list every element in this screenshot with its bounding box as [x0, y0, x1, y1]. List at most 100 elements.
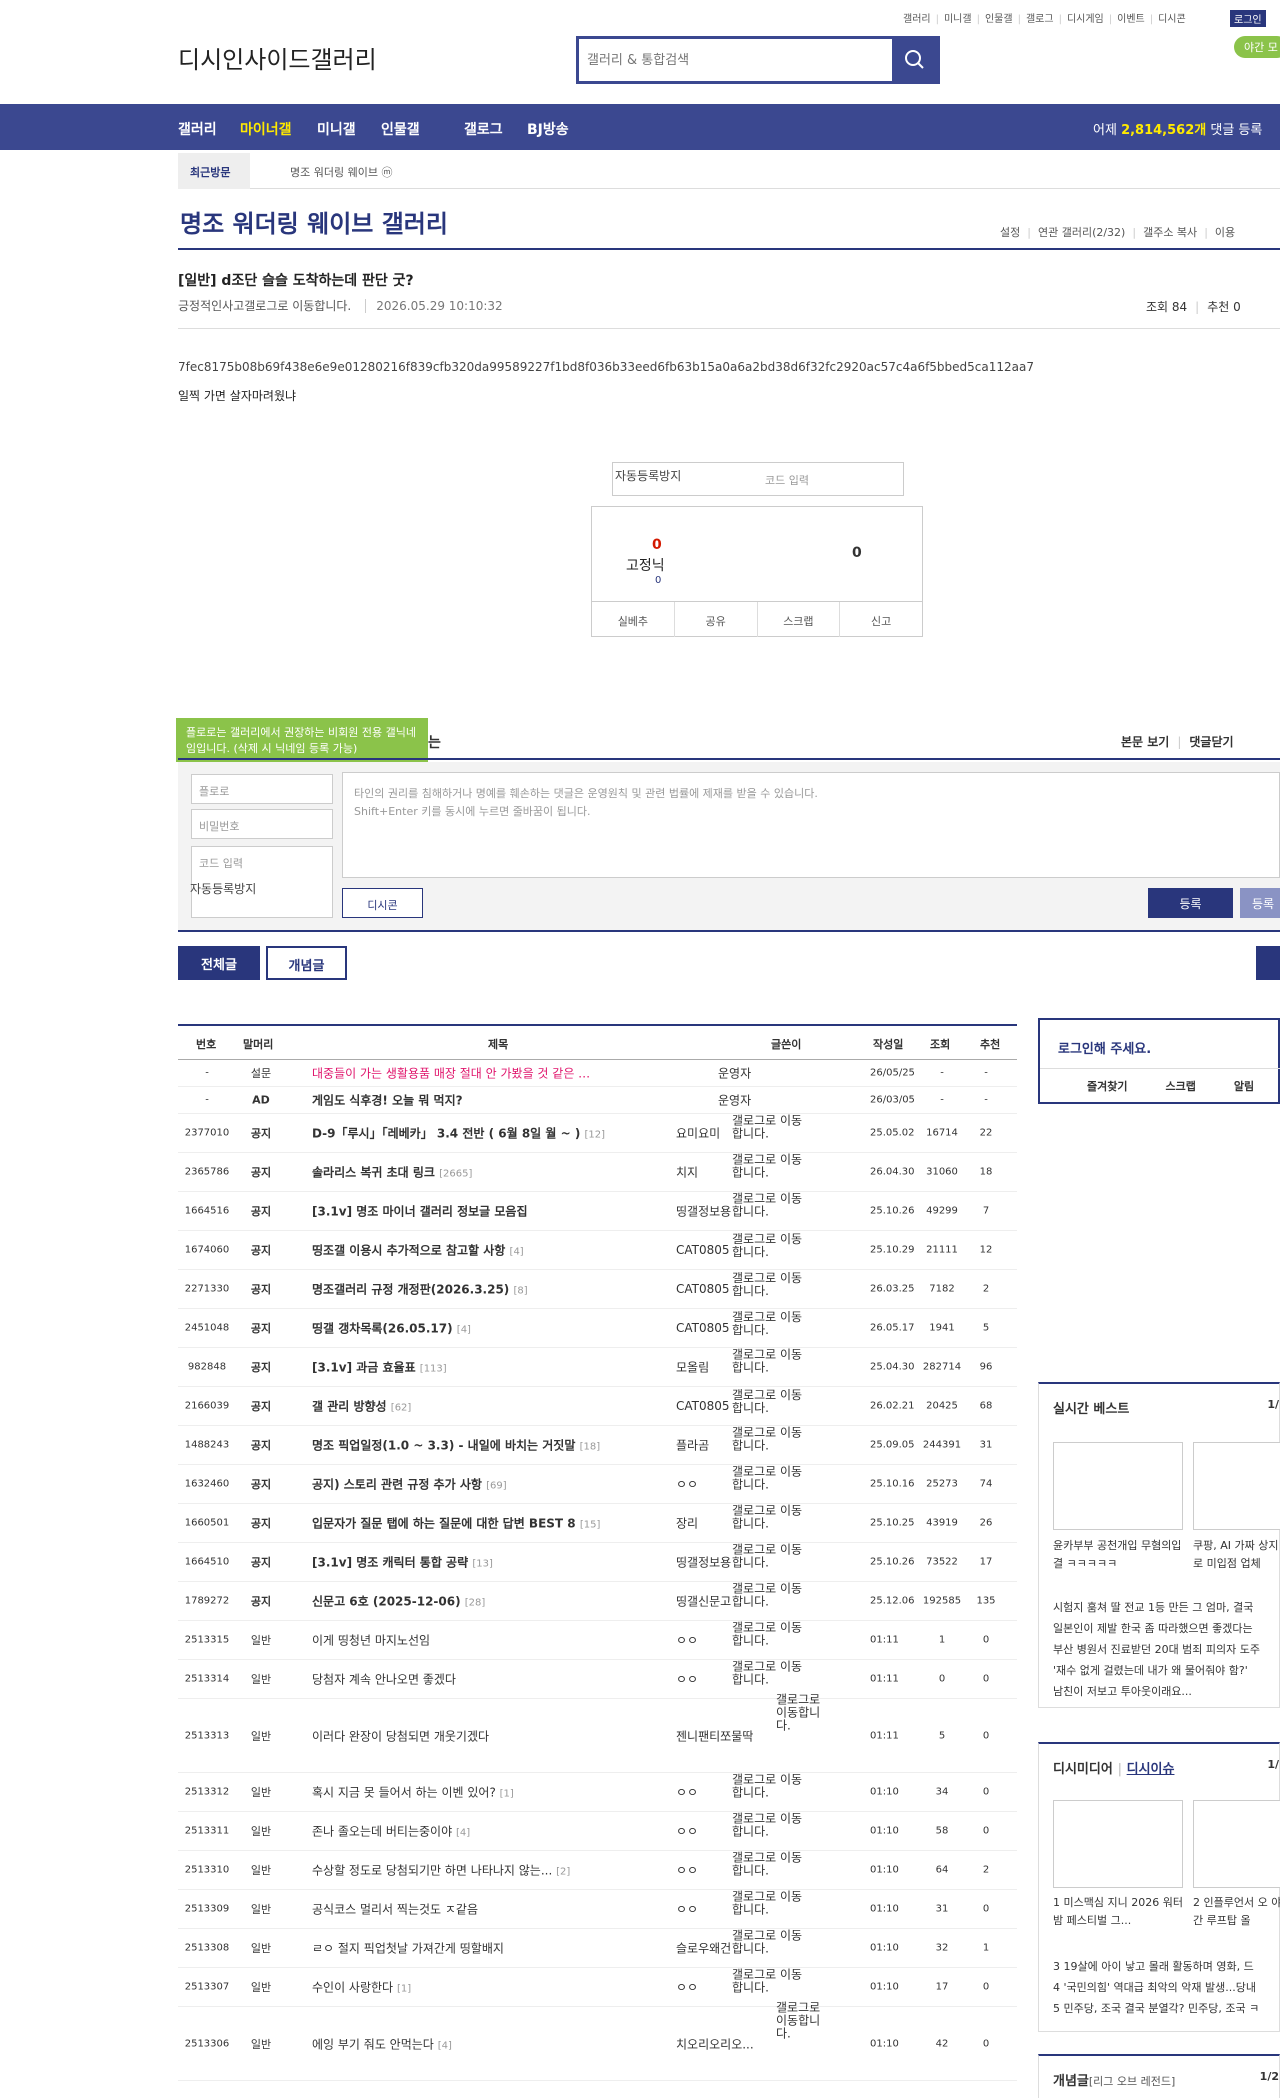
- row-title-text[interactable]: 존나 졸오는데 버티는중이야: [312, 1825, 452, 1839]
- gallog-badge[interactable]: 갤로그로 이동합니다.: [732, 1192, 808, 1219]
- best-item[interactable]: 일본인이 제발 한국 좀 따라했으면 좋겠다는: [1053, 1620, 1280, 1638]
- search-input[interactable]: [587, 45, 887, 75]
- table-row[interactable]: 2271330 공지 명조갤러리 규정 개정판(2026.3.25) [8] CAT0…: [178, 1270, 1017, 1309]
- media-item[interactable]: 3 19살에 아이 낳고 몰래 활동하며 영화, 드: [1053, 1958, 1280, 1976]
- row-title[interactable]: [3.1v] 명조 캐릭터 통합 공략 [13]: [312, 1554, 493, 1571]
- util-link[interactable]: 갤로그: [1026, 14, 1054, 25]
- table-row[interactable]: 2513314 일반 당첨자 계속 안나오면 좋겠다 ㅇㅇ 갤로그로 이동합니다. 01:…: [178, 1660, 1017, 1699]
- gallog-badge[interactable]: 갤로그로 이동합니다.: [732, 1272, 808, 1298]
- writer-name[interactable]: 띵갤정보용: [676, 1556, 731, 1570]
- media-thumb-1[interactable]: [1053, 1800, 1183, 1888]
- table-row[interactable]: 1664516 공지 [3.1v] 명조 마이너 갤러리 정보글 모음집 띵갤정보용 갤…: [178, 1192, 1017, 1231]
- row-writer[interactable]: 장리 갤로그로 이동합니다.: [676, 1504, 802, 1532]
- row-writer[interactable]: ㅇㅇ 갤로그로 이동합니다.: [676, 1621, 802, 1649]
- writer-name[interactable]: ㅇㅇ: [676, 1673, 698, 1687]
- media-thumb-caption-1[interactable]: 1 미스맥심 지니 2026 워터밤 페스티벌 그...: [1053, 1894, 1183, 1930]
- search-button[interactable]: [892, 39, 937, 81]
- nickname-field[interactable]: 플로로: [191, 774, 333, 804]
- row-title-text[interactable]: 공지) 스토리 관련 규정 추가 사항: [312, 1478, 482, 1492]
- reply-count[interactable]: [1]: [500, 1789, 514, 1800]
- row-title[interactable]: 존나 졸오는데 버티는중이야 [4]: [312, 1823, 470, 1840]
- favorites-link[interactable]: 즐겨찾기: [1087, 1080, 1127, 1093]
- row-title-text[interactable]: 공식코스 멀리서 찍는것도 ㅈ같음: [312, 1903, 478, 1917]
- row-writer[interactable]: 운영자: [718, 1065, 751, 1082]
- best-thumb-1[interactable]: [1053, 1442, 1183, 1530]
- table-row[interactable]: 2513315 일반 이게 띵청년 마지노선임 ㅇㅇ 갤로그로 이동합니다. 01:11 1…: [178, 1621, 1017, 1660]
- media-thumb-2[interactable]: [1193, 1800, 1280, 1888]
- best-thumb-caption-2[interactable]: 쿠팡, AI 가짜 상지로 미입점 업체: [1193, 1537, 1280, 1573]
- row-title-text[interactable]: 갤 관리 방향성: [312, 1400, 387, 1414]
- table-row[interactable]: 2451048 공지 띵갤 갱차목록(26.05.17) [4] CAT0805 갤로그…: [178, 1309, 1017, 1348]
- table-row[interactable]: 2365786 공지 솔라리스 복귀 초대 링크 [2665] 치지 갤로그로 이동합니…: [178, 1153, 1017, 1192]
- row-writer[interactable]: ㅇㅇ 갤로그로 이동합니다.: [676, 1773, 802, 1801]
- write-button[interactable]: [1256, 946, 1280, 980]
- row-title[interactable]: 명조 픽업일정(1.0 ~ 3.3) - 내일에 바치는 거짓말 [18]: [312, 1437, 600, 1454]
- util-link[interactable]: 디시콘: [1158, 14, 1186, 25]
- row-title-text[interactable]: 대중들이 가는 생활용품 매장 절대 안 가봤을 것 같은 …: [312, 1067, 590, 1081]
- row-title-text[interactable]: 혹시 지금 못 들어서 하는 이벤 있어?: [312, 1786, 496, 1800]
- comment-textarea[interactable]: 타인의 권리를 침해하거나 명예를 훼손하는 댓글은 운영원칙 및 관련 법률에…: [342, 772, 1280, 878]
- best-item[interactable]: 남친이 저보고 투아웃이래요...: [1053, 1683, 1280, 1701]
- table-row[interactable]: 2513310 일반 수상할 정도로 당첨되기만 하면 나타나지 않는... [2]…: [178, 1851, 1017, 1890]
- submit-reco-button[interactable]: 등록: [1240, 888, 1280, 918]
- row-title[interactable]: 이게 띵청년 마지노선임: [312, 1632, 430, 1649]
- nav-mini-gallery[interactable]: 미니갤: [317, 119, 356, 139]
- row-title-text[interactable]: 이게 띵청년 마지노선임: [312, 1634, 430, 1648]
- nav-gallery[interactable]: 갤러리: [178, 119, 217, 139]
- util-link[interactable]: 인물갤: [985, 14, 1013, 25]
- password-field[interactable]: 비밀번호: [191, 809, 333, 839]
- row-title-text[interactable]: 수인이 사랑한다: [312, 1981, 393, 1995]
- table-row[interactable]: 2513311 일반 존나 졸오는데 버티는중이야 [4] ㅇㅇ 갤로그로 이동합니다.…: [178, 1812, 1017, 1851]
- row-writer[interactable]: ㅇㅇ 갤로그로 이동합니다.: [676, 1660, 802, 1688]
- row-writer[interactable]: CAT0805 갤로그로 이동합니다.: [676, 1272, 802, 1298]
- row-writer[interactable]: ㅇㅇ 갤로그로 이동합니다.: [676, 1851, 802, 1879]
- post-image[interactable]: 7fec8175b08b69f438e6e9e01280216f839cfb32…: [178, 360, 1034, 374]
- row-writer[interactable]: 치오리오리오... 갤로그로 이동합니다.: [676, 2001, 820, 2052]
- table-row[interactable]: 1664510 공지 [3.1v] 명조 캐릭터 통합 공략 [13] 띵갤정보용 갤로…: [178, 1543, 1017, 1582]
- table-row[interactable]: 2513313 일반 이러다 완장이 당첨되면 개웃기겠다 젠니팬티쪼물딱 갤로그로 이…: [178, 1693, 1017, 1773]
- util-link[interactable]: 디시게임: [1067, 14, 1104, 25]
- writer-name[interactable]: 요미요미: [676, 1127, 720, 1141]
- row-writer[interactable]: 띵갤정보용 갤로그로 이동합니다.: [676, 1543, 802, 1571]
- gallog-badge[interactable]: 갤로그로 이동합니다.: [732, 1968, 808, 1995]
- writer-name[interactable]: 젠니팬티쪼물딱: [676, 1729, 753, 1743]
- reply-count[interactable]: [1]: [397, 1984, 411, 1995]
- table-row[interactable]: 1660501 공지 입문자가 질문 탭에 하는 질문에 대한 답변 BEST 8 …: [178, 1504, 1017, 1543]
- scrap-button[interactable]: 스크랩: [758, 602, 841, 637]
- gallog-badge[interactable]: 갤로그로 이동합니다.: [732, 1153, 808, 1180]
- row-writer[interactable]: CAT0805 갤로그로 이동합니다.: [676, 1233, 802, 1259]
- row-title[interactable]: 이러다 완장이 당첨되면 개웃기겠다: [312, 1727, 489, 1744]
- table-row[interactable]: 2377010 공지 D-9「루시」「레베카」 3.4 전반 ( 6월 8일 월 ~…: [178, 1114, 1017, 1153]
- row-title-text[interactable]: 신문고 6호 (2025-12-06): [312, 1595, 461, 1609]
- reply-count[interactable]: [15]: [580, 1520, 601, 1531]
- gallog-badge[interactable]: 갤로그로 이동합니다.: [732, 1543, 808, 1570]
- writer-name[interactable]: ㅇㅇ: [676, 1864, 698, 1878]
- row-title[interactable]: 공지) 스토리 관련 규정 추가 사항 [69]: [312, 1476, 507, 1493]
- reply-count[interactable]: [62]: [391, 1403, 412, 1414]
- gallog-badge[interactable]: 갤로그로 이동합니다.: [732, 1465, 808, 1492]
- recent-tab[interactable]: 최근방문: [178, 153, 250, 189]
- close-comments-button[interactable]: 댓글닫기: [1189, 735, 1233, 749]
- gallery-link[interactable]: 설정: [1000, 226, 1020, 239]
- table-row[interactable]: 2513312 일반 혹시 지금 못 들어서 하는 이벤 있어? [1] ㅇㅇ 갤로그로…: [178, 1773, 1017, 1812]
- table-row[interactable]: 2513307 일반 수인이 사랑한다 [1] ㅇㅇ 갤로그로 이동합니다. 01:10 1…: [178, 1968, 1017, 2007]
- gallog-badge[interactable]: 갤로그로 이동합니다.: [732, 1851, 808, 1878]
- alarm-link[interactable]: 알림: [1234, 1080, 1254, 1093]
- writer-name[interactable]: 장리: [676, 1517, 698, 1531]
- reply-count[interactable]: [69]: [486, 1481, 507, 1492]
- gallog-badge[interactable]: 갤로그로 이동합니다.: [732, 1114, 808, 1141]
- reply-count[interactable]: [2]: [556, 1867, 570, 1878]
- row-title-text[interactable]: [3.1v] 명조 마이너 갤러리 정보글 모음집: [312, 1205, 528, 1219]
- row-title[interactable]: 대중들이 가는 생활용품 매장 절대 안 가봤을 것 같은 …: [312, 1065, 590, 1082]
- row-writer[interactable]: 젠니팬티쪼물딱 갤로그로 이동합니다.: [676, 1693, 820, 1744]
- row-writer[interactable]: CAT0805 갤로그로 이동합니다.: [676, 1389, 802, 1415]
- nav-person-gallery[interactable]: 인물갤: [381, 119, 420, 139]
- row-writer[interactable]: 플라곰 갤로그로 이동합니다.: [676, 1426, 802, 1454]
- util-link[interactable]: 갤러리: [903, 14, 931, 25]
- row-title[interactable]: 혹시 지금 못 들어서 하는 이벤 있어? [1]: [312, 1784, 514, 1801]
- row-title[interactable]: [3.1v] 과금 효율표 [113]: [312, 1359, 447, 1376]
- gallog-badge[interactable]: 갤로그로 이동합니다.: [776, 2001, 822, 2040]
- nav-bj[interactable]: BJ방송: [527, 119, 569, 139]
- gallog-badge[interactable]: 갤로그로 이동합니다.: [732, 1812, 808, 1839]
- row-title-text[interactable]: 띵갤 갱차목록(26.05.17): [312, 1322, 453, 1336]
